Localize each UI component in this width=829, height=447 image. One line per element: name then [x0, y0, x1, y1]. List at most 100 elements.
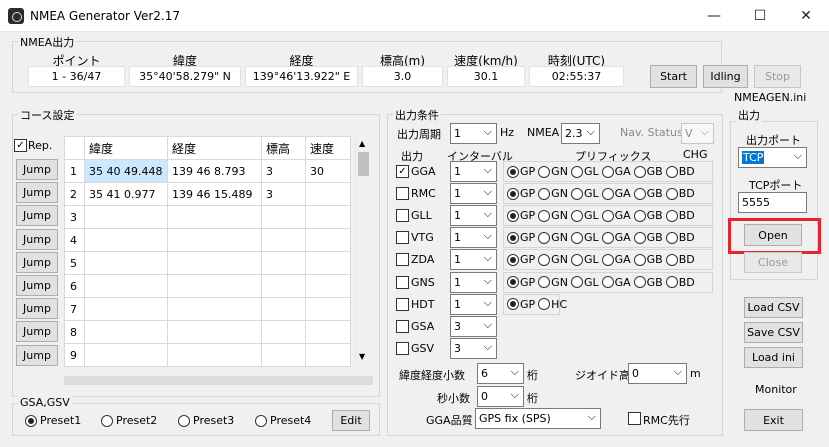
prefix-radio[interactable]: [570, 253, 583, 266]
prefix-radio[interactable]: [601, 165, 614, 178]
table-cell[interactable]: [305, 251, 351, 275]
prefix-option[interactable]: GL: [570, 165, 599, 178]
save-csv-button[interactable]: Save CSV: [744, 322, 803, 343]
prefix-radio[interactable]: [665, 276, 678, 288]
prefix-radio[interactable]: [633, 187, 646, 200]
prefix-radio[interactable]: [665, 209, 678, 222]
jump-button[interactable]: Jump: [16, 182, 58, 204]
close-button[interactable]: Close: [744, 252, 802, 273]
prefix-radio[interactable]: [665, 253, 678, 266]
interval-select[interactable]: 1: [450, 204, 497, 227]
table-scrollbar[interactable]: ▲ ▼: [355, 137, 370, 363]
table-row[interactable]: 9: [64, 343, 351, 367]
interval-select[interactable]: 1: [450, 293, 497, 315]
rep-checkbox[interactable]: ✓: [14, 139, 27, 152]
prefix-option[interactable]: GB: [633, 187, 663, 200]
table-cell[interactable]: 139 46 15.489: [167, 182, 262, 206]
prefix-radio[interactable]: [538, 276, 551, 288]
jump-button[interactable]: Jump: [16, 159, 58, 180]
prefix-radio[interactable]: [507, 231, 519, 244]
prefix-option[interactable]: GA: [601, 187, 631, 200]
table-row[interactable]: 1 35 40 49.448 139 46 8.793 3 30: [64, 159, 351, 183]
period-select[interactable]: 1: [450, 122, 497, 144]
table-cell[interactable]: 35 41 0.977: [84, 182, 168, 206]
preset2-radio[interactable]: [101, 414, 113, 427]
geoid-select[interactable]: 0: [628, 362, 687, 384]
table-cell[interactable]: [305, 228, 351, 252]
prefix-radio[interactable]: [601, 253, 614, 266]
table-cell[interactable]: [167, 205, 262, 229]
interval-select[interactable]: 3: [450, 315, 497, 337]
prefix-radio[interactable]: [601, 187, 614, 200]
interval-select[interactable]: 1: [450, 248, 497, 271]
jump-button[interactable]: Jump: [16, 344, 58, 366]
prefix-option[interactable]: BD: [665, 253, 695, 266]
table-cell[interactable]: [84, 251, 168, 275]
table-cell[interactable]: [167, 274, 262, 298]
table-cell[interactable]: [167, 251, 262, 275]
prefix-radio[interactable]: [538, 209, 551, 222]
prefix-option[interactable]: GN: [538, 209, 568, 222]
table-cell[interactable]: [261, 251, 306, 275]
preset1-radio[interactable]: [25, 414, 37, 427]
prefix-option[interactable]: GL: [570, 276, 599, 289]
prefix-radio[interactable]: [538, 187, 551, 200]
prefix-radio[interactable]: [633, 165, 646, 178]
preset4-option[interactable]: Preset4: [255, 414, 311, 427]
prefix-option[interactable]: GP: [507, 187, 535, 200]
preset2-option[interactable]: Preset2: [101, 414, 157, 427]
prefix-option[interactable]: GL: [570, 209, 599, 222]
interval-select[interactable]: 1: [450, 182, 497, 205]
table-cell[interactable]: [84, 320, 168, 344]
interval-select[interactable]: 1: [450, 160, 497, 182]
prefix-option[interactable]: GN: [538, 187, 568, 200]
table-cell[interactable]: [84, 228, 168, 252]
port-select[interactable]: TCP: [738, 146, 807, 168]
load-ini-button[interactable]: Load ini: [744, 347, 803, 368]
sentence-checkbox[interactable]: [396, 253, 409, 267]
prefix-option[interactable]: GB: [633, 276, 663, 289]
prefix-option[interactable]: GB: [633, 165, 663, 178]
sentence-checkbox[interactable]: [396, 209, 409, 223]
prefix-option[interactable]: GB: [633, 209, 663, 222]
jump-button[interactable]: Jump: [16, 251, 58, 273]
sentence-checkbox[interactable]: [396, 187, 409, 201]
table-row[interactable]: 5: [64, 251, 351, 275]
prefix-option[interactable]: BD: [665, 209, 695, 222]
prefix-option[interactable]: GL: [570, 187, 599, 200]
table-cell[interactable]: [305, 205, 351, 229]
table-row[interactable]: 2 35 41 0.977 139 46 15.489 3: [64, 182, 351, 206]
exit-button[interactable]: Exit: [744, 409, 803, 431]
preset3-radio[interactable]: [178, 414, 190, 427]
table-cell[interactable]: [261, 205, 306, 229]
prefix-option[interactable]: GP: [507, 298, 535, 311]
prefix-radio[interactable]: [538, 253, 551, 266]
table-row[interactable]: 6: [64, 274, 351, 298]
prefix-option[interactable]: GN: [538, 231, 568, 244]
table-cell[interactable]: [261, 297, 306, 321]
sentence-checkbox[interactable]: [396, 275, 409, 289]
table-cell[interactable]: [261, 274, 306, 298]
gga-quality-select[interactable]: GPS fix (SPS): [475, 407, 601, 429]
prefix-radio[interactable]: [633, 253, 646, 266]
prefix-option[interactable]: GL: [570, 253, 599, 266]
prefix-radio[interactable]: [601, 231, 614, 244]
sentence-checkbox[interactable]: [396, 297, 409, 311]
prefix-radio[interactable]: [633, 209, 646, 222]
prefix-radio[interactable]: [538, 165, 551, 178]
prefix-radio[interactable]: [507, 276, 519, 288]
prefix-option[interactable]: GB: [633, 231, 663, 244]
prefix-radio[interactable]: [601, 209, 614, 222]
table-cell[interactable]: 139 46 8.793: [167, 159, 262, 183]
prefix-option[interactable]: GB: [633, 253, 663, 266]
prefix-option[interactable]: HC: [538, 298, 567, 311]
idling-button[interactable]: Idling: [703, 65, 748, 88]
jump-button[interactable]: Jump: [16, 275, 58, 296]
jump-button[interactable]: Jump: [16, 298, 58, 320]
prefix-radio[interactable]: [633, 276, 646, 288]
prefix-option[interactable]: GN: [538, 253, 568, 266]
prefix-radio[interactable]: [507, 209, 519, 222]
open-button[interactable]: Open: [744, 224, 802, 246]
table-row[interactable]: 8: [64, 320, 351, 344]
start-button[interactable]: Start: [650, 65, 697, 88]
